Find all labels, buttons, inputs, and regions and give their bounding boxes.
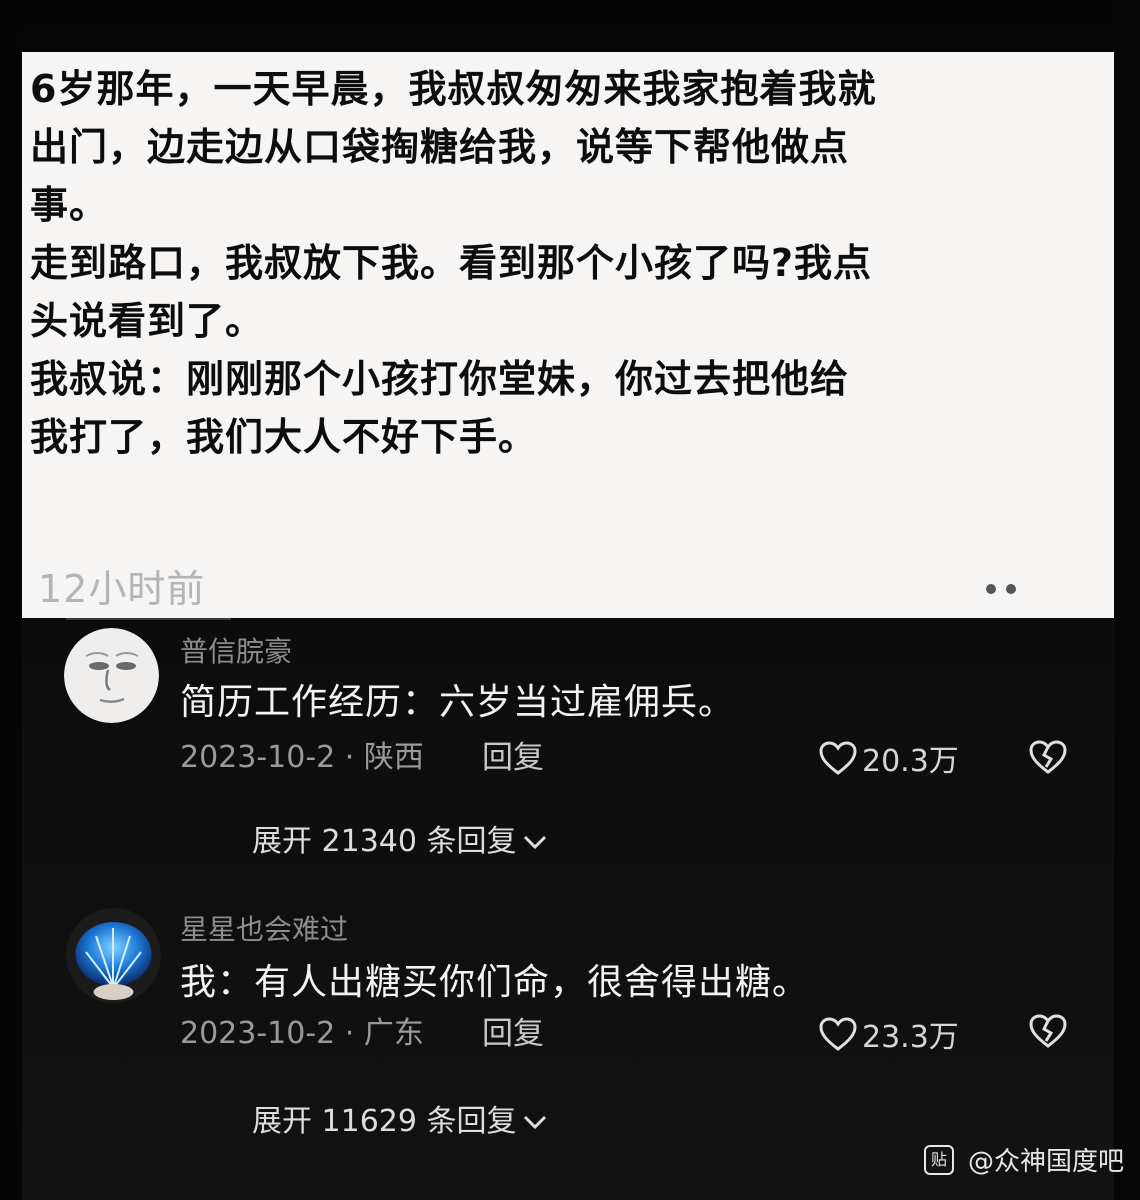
expand-replies-label: 展开 21340 条回复 bbox=[252, 824, 517, 859]
heart-outline-icon bbox=[819, 1017, 857, 1051]
heart-outline-icon bbox=[819, 741, 857, 775]
expand-replies-button[interactable]: 展开 11629 条回复 bbox=[252, 1102, 549, 1142]
avatar[interactable] bbox=[66, 908, 161, 1003]
post-text-line: 走到路口，我叔放下我。看到那个小孩了吗?我点 bbox=[30, 241, 873, 285]
avatar[interactable] bbox=[64, 628, 159, 723]
post-text-line: 事。 bbox=[30, 183, 109, 227]
more-dots-icon[interactable] bbox=[980, 580, 1024, 598]
comment-date-location: 2023-10-2 · 陕西 bbox=[180, 740, 424, 775]
like-button[interactable]: 23.3万 bbox=[818, 1014, 959, 1055]
post-text-line: 头说看到了。 bbox=[30, 299, 265, 343]
like-count: 20.3万 bbox=[862, 744, 959, 779]
post-card: 6岁那年，一天早晨，我叔叔匆匆来我家抱着我就 出门，边走边从口袋掏糖给我，说等下… bbox=[22, 52, 1114, 618]
chevron-down-icon bbox=[523, 1115, 546, 1130]
reply-button[interactable]: 回复 bbox=[482, 738, 544, 778]
like-button[interactable]: 20.3万 bbox=[818, 738, 959, 779]
post-text-line: 我叔说：刚刚那个小孩打你堂妹，你过去把他给 bbox=[30, 357, 850, 401]
comment-item: 星星也会难过 我：有人出糖买你们命，很舍得出糖。 2023-10-2 · 广东 … bbox=[0, 906, 1140, 1156]
expand-replies-label: 展开 11629 条回复 bbox=[252, 1104, 517, 1139]
watermark: 贴 @众神国度吧 bbox=[923, 1141, 1124, 1178]
tieba-logo-icon: 贴 bbox=[923, 1144, 954, 1175]
screen: 6岁那年，一天早晨，我叔叔匆匆来我家抱着我就 出门，边走边从口袋掏糖给我，说等下… bbox=[0, 0, 1140, 1200]
reply-button[interactable]: 回复 bbox=[482, 1014, 544, 1054]
watermark-text: @众神国度吧 bbox=[967, 1147, 1124, 1177]
comment-text: 我：有人出糖买你们命，很舍得出糖。 bbox=[180, 962, 810, 1003]
post-text-line: 我打了，我们大人不好下手。 bbox=[30, 415, 538, 459]
comment-username[interactable]: 普信脘豪 bbox=[180, 634, 292, 670]
expand-replies-button[interactable]: 展开 21340 条回复 bbox=[252, 822, 549, 862]
comment-item: 普信脘豪 简历工作经历：六岁当过雇佣兵。 2023-10-2 · 陕西 回复 2… bbox=[0, 628, 1140, 878]
like-count: 23.3万 bbox=[862, 1020, 959, 1055]
broken-heart-icon[interactable] bbox=[1028, 1012, 1068, 1052]
divider bbox=[66, 618, 231, 620]
post-text-line: 出门，边走边从口袋掏糖给我，说等下帮他做点 bbox=[30, 125, 850, 169]
post-footer: 12小时前 bbox=[38, 564, 1094, 614]
post-timestamp: 12小时前 bbox=[38, 567, 206, 611]
broken-heart-icon[interactable] bbox=[1028, 738, 1068, 778]
chevron-down-icon bbox=[523, 835, 546, 850]
comment-date-location: 2023-10-2 · 广东 bbox=[180, 1016, 424, 1051]
comment-text: 简历工作经历：六岁当过雇佣兵。 bbox=[180, 682, 736, 723]
post-text-line: 6岁那年，一天早晨，我叔叔匆匆来我家抱着我就 bbox=[30, 67, 877, 111]
comment-username[interactable]: 星星也会难过 bbox=[180, 912, 348, 948]
